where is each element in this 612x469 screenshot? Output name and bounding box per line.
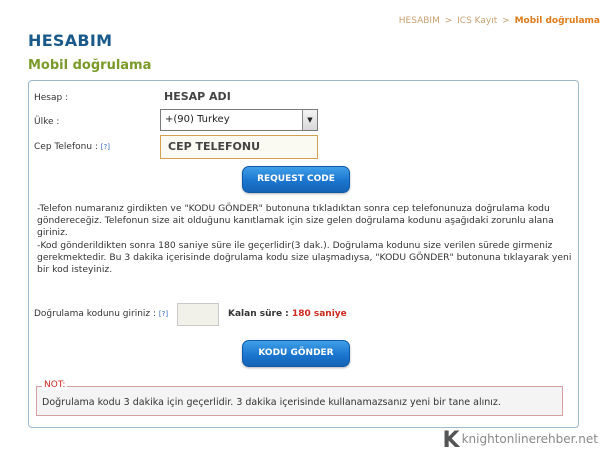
phone-input[interactable]: CEP TELEFONU	[160, 135, 318, 159]
send-code-button[interactable]: KODU GÖNDER	[242, 340, 350, 367]
watermark-logo-text: knightonlinerehber.net	[461, 432, 598, 446]
hesap-value: HESAP ADI	[164, 90, 231, 103]
country-select-value: +(90) Turkey	[165, 114, 230, 125]
timer-label: Kalan süre :	[228, 309, 289, 319]
note-box: NOT: Doğrulama kodu 3 dakika için geçerl…	[36, 380, 563, 416]
breadcrumb-separator: >	[502, 16, 510, 26]
breadcrumb: HESABIM > ICS Kayıt > Mobil doğrulama	[399, 16, 600, 26]
timer: Kalan süre : 180 saniye	[228, 309, 347, 319]
note-title: NOT:	[42, 380, 68, 390]
breadcrumb-item-hesabim[interactable]: HESABIM	[399, 16, 440, 26]
breadcrumb-item-ics-kayit[interactable]: ICS Kayıt	[457, 16, 497, 26]
request-code-button[interactable]: REQUEST CODE	[242, 166, 350, 193]
cep-telefonu-label-text: Cep Telefonu :	[34, 142, 98, 152]
breadcrumb-separator: >	[444, 16, 453, 26]
hesap-label: Hesap :	[34, 93, 69, 103]
code-help-link[interactable]: [?]	[159, 310, 168, 318]
ulke-label: Ülke :	[34, 117, 60, 127]
phone-help-link[interactable]: [?]	[101, 143, 110, 151]
chevron-down-icon[interactable]: ▼	[302, 110, 317, 130]
knight-logo-icon: K	[442, 428, 460, 453]
breadcrumb-item-current: Mobil doğrulama	[514, 16, 600, 26]
cep-telefonu-label: Cep Telefonu : [?]	[34, 142, 110, 152]
country-select[interactable]: +(90) Turkey ▼	[160, 109, 318, 131]
watermark-logo: Kknightonlinerehber.net	[443, 428, 598, 453]
info-paragraph-1: -Telefon numaranız girdikten ve "KODU GÖ…	[37, 203, 554, 239]
info-paragraph-2: -Kod gönderildikten sonra 180 saniye sür…	[37, 239, 572, 276]
code-label: Doğrulama kodunu giriniz : [?]	[34, 309, 168, 319]
verification-code-input[interactable]	[177, 303, 219, 326]
page-subtitle: Mobil doğrulama	[28, 58, 152, 73]
verification-panel: Hesap : HESAP ADI Ülke : +(90) Turkey ▼ …	[28, 80, 579, 428]
timer-value: 180 saniye	[291, 309, 347, 319]
page-title: HESABIM	[28, 31, 113, 50]
info-text: -Telefon numaranız girdikten ve "KODU GÖ…	[37, 203, 572, 276]
code-label-text: Doğrulama kodunu giriniz :	[34, 309, 157, 319]
note-text: Doğrulama kodu 3 dakika için geçerlidir.…	[42, 397, 501, 408]
